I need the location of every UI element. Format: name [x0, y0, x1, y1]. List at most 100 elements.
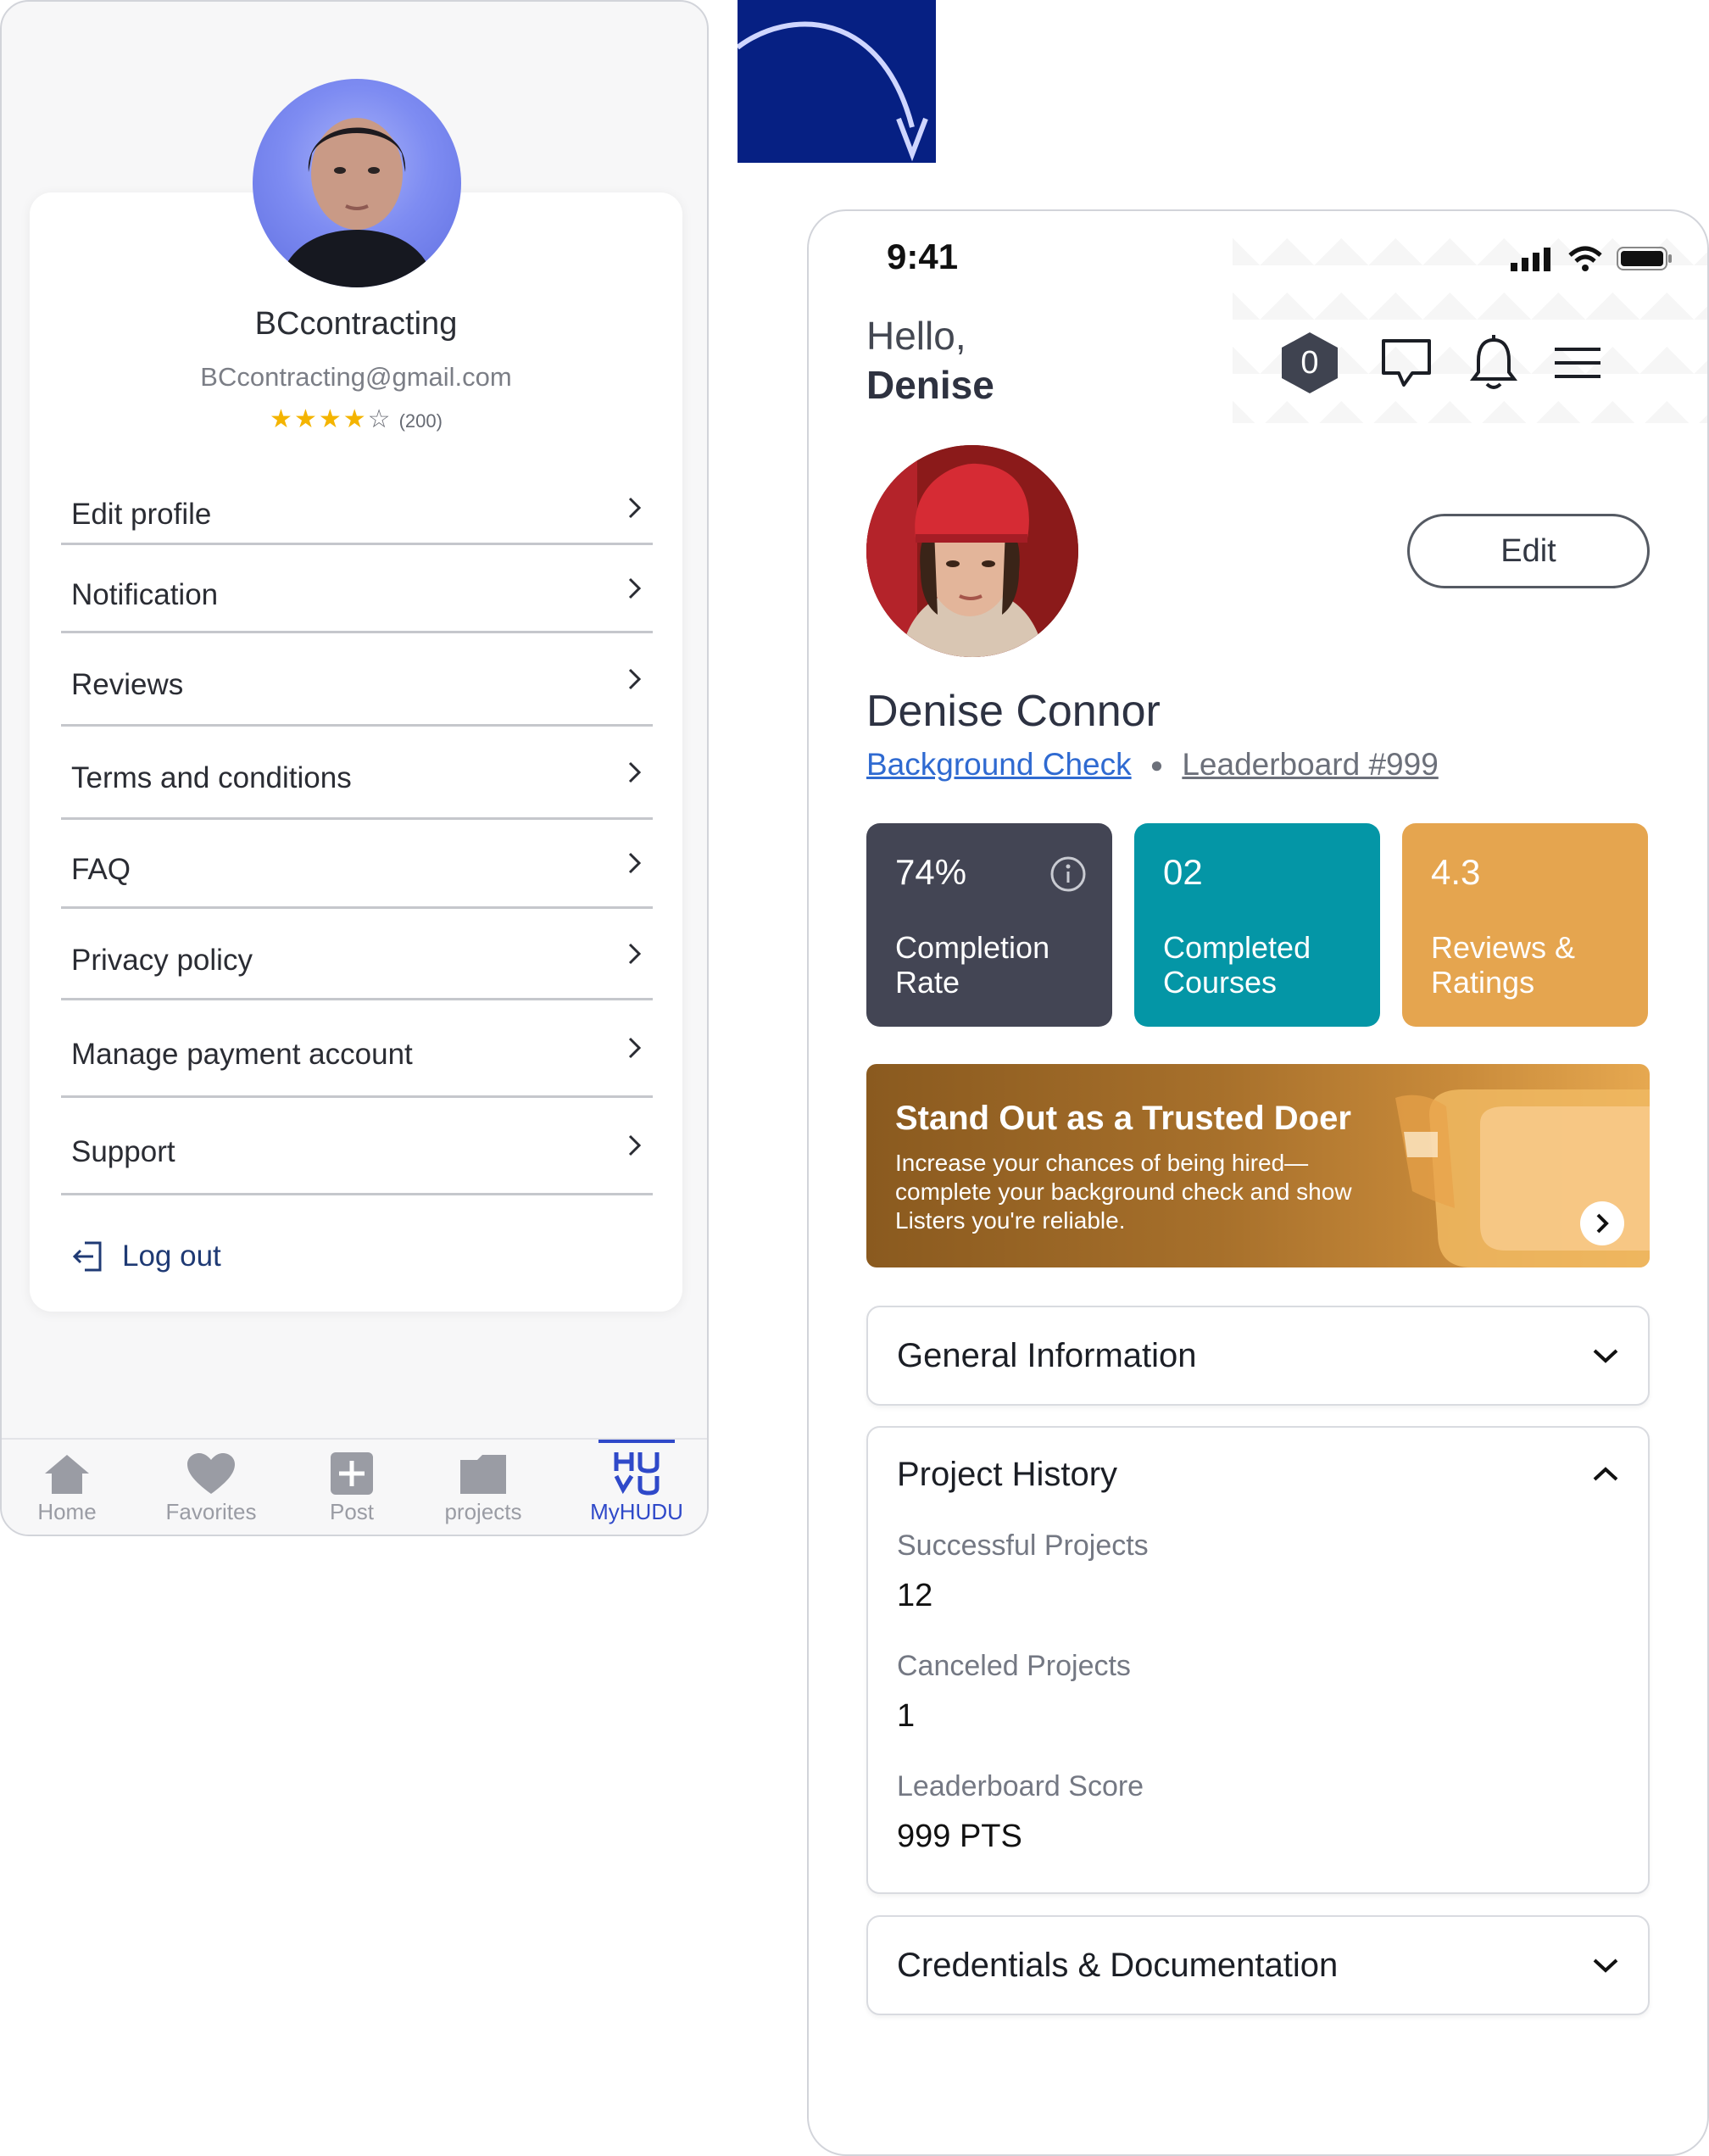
- home-icon: [45, 1455, 89, 1494]
- menu-item-faq[interactable]: FAQ: [61, 820, 653, 909]
- leaderboard-link[interactable]: Leaderboard #999: [1182, 747, 1438, 783]
- rating-count: (200): [398, 410, 443, 432]
- avatar-portrait-image: [278, 118, 436, 287]
- logout-label: Log out: [122, 1240, 221, 1273]
- credentials-section: Credentials & Documentation: [866, 1915, 1650, 2015]
- hamburger-menu-icon[interactable]: [1553, 346, 1602, 380]
- trusted-doer-banner[interactable]: Stand Out as a Trusted Doer Increase you…: [866, 1064, 1650, 1267]
- chevron-right-icon: [1596, 1213, 1609, 1234]
- chevron-right-icon: [628, 943, 642, 964]
- row-label: Leaderboard Score: [897, 1770, 1144, 1802]
- star-filled-icon: ★: [342, 405, 368, 433]
- profile-links: Background Check ● Leaderboard #999: [866, 747, 1439, 783]
- tab-label: Post: [329, 1499, 375, 1524]
- general-information-section: General Information: [866, 1306, 1650, 1406]
- greeting-hello: Hello,: [866, 314, 966, 358]
- successful-projects-row: Successful Projects 12: [868, 1529, 1648, 1614]
- star-filled-icon: ★: [270, 405, 294, 433]
- logout-button[interactable]: Log out: [71, 1240, 221, 1273]
- stat-value: 4.3: [1431, 852, 1481, 892]
- row-label: Successful Projects: [897, 1529, 1149, 1562]
- hudu-logo-icon: [614, 1452, 660, 1496]
- new-profile-screen: 9:41 Hello, Denise 0 Edit Denise Connor …: [807, 209, 1709, 2156]
- star-filled-icon: ★: [318, 405, 343, 433]
- project-history-header[interactable]: Project History: [868, 1428, 1648, 1521]
- battery-icon: [1617, 247, 1672, 270]
- status-icons: [1511, 245, 1673, 272]
- greeting-name: Denise: [866, 363, 994, 407]
- stat-completed-courses[interactable]: 02 Completed Courses: [1134, 823, 1380, 1027]
- banner-arrow-button[interactable]: [1580, 1201, 1624, 1245]
- stat-label: Reviews & Ratings: [1431, 930, 1576, 1000]
- star-empty-icon: ☆: [367, 405, 392, 433]
- chevron-right-icon: [628, 668, 642, 689]
- separator-dot: ●: [1150, 751, 1164, 777]
- leaderboard-score-row: Leaderboard Score 999 PTS: [868, 1770, 1648, 1855]
- settings-menu: Edit profile Notification Reviews Terms …: [61, 472, 653, 1195]
- signal-icon: [1511, 248, 1550, 271]
- chevron-right-icon: [628, 577, 642, 599]
- banner-title: Stand Out as a Trusted Doer: [895, 1100, 1351, 1137]
- tab-home[interactable]: Home: [12, 1448, 122, 1525]
- star-filled-icon: ★: [293, 405, 319, 433]
- profile-username: BCcontracting: [254, 306, 458, 342]
- tab-favorites[interactable]: Favorites: [156, 1448, 266, 1525]
- chat-icon[interactable]: [1378, 336, 1434, 390]
- badge-count: 0: [1300, 344, 1319, 381]
- chevron-down-icon: [1593, 1958, 1618, 1973]
- canceled-projects-row: Canceled Projects 1: [868, 1650, 1648, 1735]
- stat-completion-rate[interactable]: 74% Completion Rate: [866, 823, 1112, 1027]
- tab-projects[interactable]: projects: [428, 1448, 538, 1525]
- chevron-up-icon: [1593, 1467, 1618, 1481]
- menu-item-payment[interactable]: Manage payment account: [61, 1000, 653, 1098]
- avatar-portrait-image: [866, 445, 1078, 657]
- menu-item-notification[interactable]: Notification: [61, 545, 653, 633]
- row-value: 12: [897, 1578, 933, 1613]
- avatar: [253, 79, 461, 287]
- profile-email: BCcontracting@gmail.com: [200, 362, 512, 392]
- old-profile-screen: BCcontracting BCcontracting@gmail.com ★★…: [0, 0, 709, 1536]
- banner-body: Increase your chances of being hired—com…: [895, 1150, 1352, 1234]
- folder-icon: [460, 1455, 506, 1494]
- info-icon[interactable]: [1049, 855, 1087, 893]
- status-time: 9:41: [887, 237, 959, 276]
- chevron-right-icon: [628, 1037, 642, 1059]
- menu-item-label: Manage payment account: [71, 1038, 413, 1071]
- edit-profile-button[interactable]: Edit: [1407, 514, 1650, 588]
- avatar: [866, 445, 1078, 657]
- menu-item-label: Support: [71, 1135, 175, 1168]
- menu-item-reviews[interactable]: Reviews: [61, 633, 653, 727]
- chevron-right-icon: [628, 852, 642, 874]
- menu-item-label: Edit profile: [71, 498, 212, 531]
- chevron-right-icon: [628, 1134, 642, 1156]
- credentials-header[interactable]: Credentials & Documentation: [868, 1917, 1648, 2014]
- bottom-tab-bar: Home Favorites Post projects MyHUDU: [2, 1438, 707, 1535]
- tab-post[interactable]: Post: [297, 1448, 407, 1525]
- transition-arrow-box: [736, 0, 936, 163]
- tab-label: Favorites: [165, 1499, 257, 1524]
- menu-item-terms[interactable]: Terms and conditions: [61, 727, 653, 820]
- section-title: Credentials & Documentation: [897, 1946, 1339, 1984]
- rating-stars: ★★★★☆ (200): [30, 404, 682, 434]
- header-actions: 0: [1277, 330, 1602, 396]
- chevron-right-icon: [628, 497, 642, 518]
- project-history-section: Project History Successful Projects 12 C…: [866, 1426, 1650, 1894]
- general-information-header[interactable]: General Information: [868, 1307, 1648, 1404]
- tab-label: projects: [444, 1499, 522, 1524]
- menu-item-edit-profile[interactable]: Edit profile: [61, 472, 653, 545]
- row-value: 1: [897, 1698, 916, 1734]
- menu-item-support[interactable]: Support: [61, 1098, 653, 1195]
- points-badge[interactable]: 0: [1277, 330, 1343, 396]
- menu-item-label: FAQ: [71, 853, 131, 886]
- row-value: 999 PTS: [897, 1819, 1022, 1854]
- stats-row: 74% Completion Rate 02 Completed Courses…: [866, 823, 1648, 1027]
- bell-icon[interactable]: [1470, 335, 1517, 391]
- menu-item-label: Notification: [71, 578, 219, 611]
- menu-item-label: Privacy policy: [71, 944, 253, 977]
- tab-myhudu[interactable]: MyHUDU: [582, 1440, 692, 1525]
- stat-reviews-ratings[interactable]: 4.3 Reviews & Ratings: [1402, 823, 1648, 1027]
- chevron-down-icon: [1593, 1349, 1618, 1363]
- stat-label: Completion Rate: [895, 930, 1050, 1000]
- menu-item-privacy[interactable]: Privacy policy: [61, 909, 653, 1000]
- background-check-link[interactable]: Background Check: [866, 747, 1132, 783]
